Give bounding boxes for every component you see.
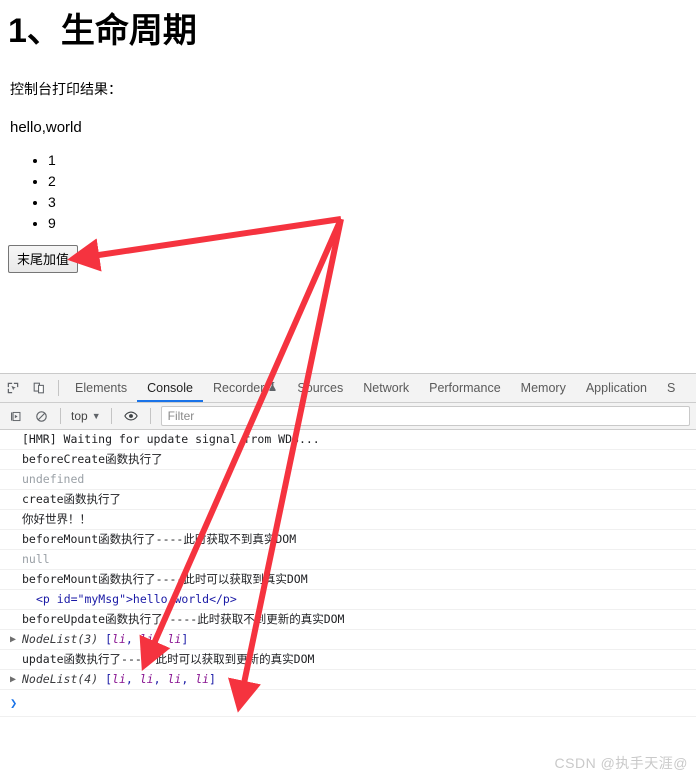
step-into-icon[interactable] bbox=[2, 403, 28, 429]
nodelist-label: NodeList(3) bbox=[22, 632, 106, 646]
devtools-tab-bar: Elements Console Recorder Sources Networ… bbox=[0, 374, 696, 403]
array-item: li bbox=[139, 632, 154, 646]
tab-console-label: Console bbox=[147, 380, 193, 395]
array-item: li bbox=[167, 672, 182, 686]
console-row-nodelist[interactable]: ▶ NodeList(4) [li, li, li, li] bbox=[0, 670, 696, 690]
array-item: li bbox=[112, 632, 126, 646]
nodelist-label: NodeList(4) bbox=[22, 672, 106, 686]
array-comma: , bbox=[125, 632, 140, 646]
console-row-dom-node[interactable]: <p id="myMsg">hello,world</p> bbox=[0, 590, 696, 610]
tab-security-label: S bbox=[666, 380, 676, 395]
chevron-down-icon: ▼ bbox=[91, 411, 101, 421]
console-row: beforeMount函数执行了----此时可以获取到真实DOM bbox=[0, 570, 696, 590]
array-item: li bbox=[167, 632, 182, 646]
flask-icon bbox=[268, 375, 277, 402]
tab-performance[interactable]: Performance bbox=[419, 375, 511, 402]
console-filter-input[interactable] bbox=[160, 406, 690, 426]
list-item: 1 bbox=[48, 150, 696, 171]
toolbar-separator bbox=[58, 380, 59, 396]
array-item: li bbox=[139, 672, 154, 686]
console-row: undefined bbox=[0, 470, 696, 490]
tab-elements-label: Elements bbox=[75, 380, 128, 395]
console-message-list: [HMR] Waiting for update signal from WDS… bbox=[0, 430, 696, 717]
clear-console-icon[interactable] bbox=[28, 403, 54, 429]
context-selector[interactable]: top ▼ bbox=[67, 409, 105, 423]
tab-memory-label: Memory bbox=[520, 380, 566, 395]
live-expression-eye-icon[interactable] bbox=[118, 403, 144, 429]
list-item: 3 bbox=[48, 192, 696, 213]
array-comma: , bbox=[153, 672, 168, 686]
array-item: li bbox=[195, 672, 210, 686]
devtools-panel: Elements Console Recorder Sources Networ… bbox=[0, 374, 696, 779]
tab-recorder[interactable]: Recorder bbox=[203, 375, 287, 402]
console-filter-bar: top ▼ bbox=[0, 403, 696, 430]
inspect-element-icon[interactable] bbox=[0, 375, 26, 401]
device-toolbar-icon[interactable] bbox=[26, 375, 52, 401]
console-row: update函数执行了-----此时可以获取到更新的真实DOM bbox=[0, 650, 696, 670]
rendered-page: 1、生命周期 控制台打印结果： hello,world 1 2 3 9 末尾加值 bbox=[0, 0, 696, 374]
list-item: 9 bbox=[48, 213, 696, 234]
console-row-nodelist[interactable]: ▶ NodeList(3) [li, li, li] bbox=[0, 630, 696, 650]
console-row: 你好世界！！ bbox=[0, 510, 696, 530]
tab-recorder-label: Recorder bbox=[212, 380, 265, 395]
page-title: 1、生命周期 bbox=[8, 12, 197, 50]
append-value-button[interactable]: 末尾加值 bbox=[8, 245, 79, 273]
tab-memory[interactable]: Memory bbox=[511, 375, 576, 402]
tab-application[interactable]: Application bbox=[576, 375, 657, 402]
context-selector-label: top bbox=[71, 409, 88, 423]
number-list: 1 2 3 9 bbox=[0, 150, 696, 234]
console-row: beforeMount函数执行了----此时获取不到真实DOM bbox=[0, 530, 696, 550]
tab-network[interactable]: Network bbox=[353, 375, 419, 402]
tab-security[interactable]: S bbox=[657, 375, 685, 402]
console-row: beforeUpdate函数执行了-----此时获取不到更新的真实DOM bbox=[0, 610, 696, 630]
page-subtitle: 控制台打印结果： bbox=[10, 81, 122, 98]
disclosure-triangle-icon[interactable]: ▶ bbox=[10, 630, 16, 649]
tab-network-label: Network bbox=[363, 380, 410, 395]
disclosure-triangle-icon[interactable]: ▶ bbox=[10, 670, 16, 689]
tab-sources-label: Sources bbox=[297, 380, 344, 395]
filterbar-separator-3 bbox=[149, 408, 151, 424]
array-comma: , bbox=[181, 672, 196, 686]
array-item: li bbox=[112, 672, 126, 686]
array-comma: , bbox=[153, 632, 168, 646]
console-row: [HMR] Waiting for update signal from WDS… bbox=[0, 430, 696, 450]
array-open-bracket: [ bbox=[105, 632, 113, 646]
tab-performance-label: Performance bbox=[429, 380, 501, 395]
array-open-bracket: [ bbox=[105, 672, 113, 686]
filterbar-separator-1 bbox=[60, 408, 61, 424]
list-item: 2 bbox=[48, 171, 696, 192]
watermark-text: CSDN @执手天涯@ bbox=[554, 755, 688, 771]
hello-message: hello,world bbox=[10, 119, 82, 137]
console-row: beforeCreate函数执行了 bbox=[0, 450, 696, 470]
tab-elements[interactable]: Elements bbox=[65, 375, 137, 402]
console-row: null bbox=[0, 550, 696, 570]
console-input-prompt[interactable]: ❯ bbox=[0, 690, 696, 717]
console-row: create函数执行了 bbox=[0, 490, 696, 510]
filterbar-separator-2 bbox=[110, 408, 112, 424]
tab-sources[interactable]: Sources bbox=[287, 375, 353, 402]
tab-application-label: Application bbox=[585, 380, 647, 395]
array-close-bracket: ] bbox=[181, 632, 189, 646]
array-close-bracket: ] bbox=[209, 672, 216, 686]
array-comma: , bbox=[125, 672, 140, 686]
tab-console[interactable]: Console bbox=[137, 375, 203, 402]
